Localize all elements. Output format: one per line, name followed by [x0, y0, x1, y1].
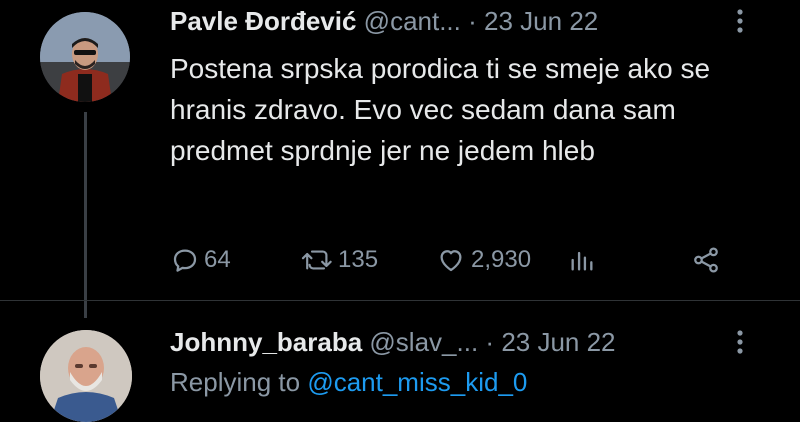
user-handle[interactable]: @slav_... — [369, 327, 478, 357]
avatar[interactable] — [40, 330, 132, 422]
tweet-header: Johnny_baraba @slav_... · 23 Jun 22 — [170, 327, 616, 358]
replying-prefix: Replying to — [170, 367, 301, 397]
display-name[interactable]: Johnny_baraba — [170, 327, 362, 357]
retweet-button[interactable]: 135 — [300, 240, 378, 280]
reply-button[interactable]: 64 — [170, 240, 231, 280]
reply-icon — [170, 245, 200, 275]
like-button[interactable]: 2,930 — [435, 240, 531, 280]
more-icon[interactable] — [736, 8, 744, 38]
tweet-actions: 64 135 2,930 — [170, 240, 750, 280]
separator-dot: · — [468, 6, 477, 36]
user-handle[interactable]: @cant... — [364, 6, 461, 36]
more-icon[interactable] — [736, 329, 744, 359]
retweet-icon — [300, 245, 336, 275]
mention-link[interactable]: @cant_miss_kid_0 — [307, 367, 527, 397]
like-count: 2,930 — [471, 246, 532, 273]
avatar[interactable] — [40, 12, 130, 102]
views-button[interactable] — [568, 240, 596, 280]
tweet-header: Pavle Đorđević @cant... · 23 Jun 22 — [170, 6, 598, 37]
display-name[interactable]: Pavle Đorđević — [170, 6, 356, 36]
replying-to: Replying to @cant_miss_kid_0 — [170, 367, 527, 398]
views-icon — [568, 245, 596, 275]
tweet-date[interactable]: 23 Jun 22 — [501, 327, 615, 357]
share-icon — [690, 245, 722, 275]
avatar-photo — [40, 330, 132, 422]
tweet[interactable]: Pavle Đorđević @cant... · 23 Jun 22 Post… — [0, 0, 800, 318]
heart-icon — [435, 245, 467, 275]
tweet-text: Postena srpska porodica ti se smeje ako … — [170, 53, 711, 166]
retweet-count: 135 — [338, 246, 379, 273]
share-button[interactable] — [690, 240, 722, 280]
reply-count: 64 — [204, 246, 231, 273]
separator-dot: · — [485, 327, 495, 357]
tweet-date[interactable]: 23 Jun 22 — [484, 6, 598, 36]
thread-line — [84, 112, 87, 318]
avatar-photo — [40, 12, 130, 102]
